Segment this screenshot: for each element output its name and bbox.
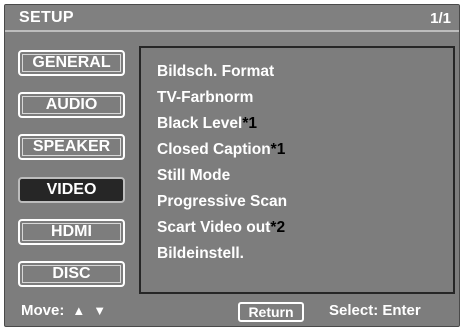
menu-item-black-level[interactable]: Black Level*1	[157, 115, 257, 133]
menu-item-tv-farbnorm[interactable]: TV-Farbnorm	[157, 89, 253, 107]
setup-screen: SETUP 1/1 GENERAL AUDIO SPEAKER VIDEO HD…	[4, 4, 460, 327]
footnote-marker: *1	[270, 141, 286, 158]
move-label: Move:	[21, 302, 65, 319]
tab-disc[interactable]: DISC	[18, 261, 125, 287]
tab-general[interactable]: GENERAL	[18, 50, 125, 76]
menu-item-progressive-scan[interactable]: Progressive Scan	[157, 193, 287, 211]
page-title: SETUP	[19, 9, 74, 26]
select-hint: Select: Enter	[329, 302, 421, 319]
tab-audio[interactable]: AUDIO	[18, 92, 125, 118]
menu-item-closed-caption[interactable]: Closed Caption*1	[157, 141, 285, 159]
page-indicator: 1/1	[430, 10, 451, 27]
return-button[interactable]: Return	[238, 302, 304, 322]
up-arrow-icon: ▲	[72, 303, 86, 318]
tab-hdmi[interactable]: HDMI	[18, 219, 125, 245]
title-bar: SETUP 1/1	[5, 5, 459, 32]
menu-item-bildsch-format[interactable]: Bildsch. Format	[157, 63, 274, 81]
tab-speaker[interactable]: SPEAKER	[18, 134, 125, 160]
menu-item-scart-video-out[interactable]: Scart Video out*2	[157, 219, 285, 237]
footnote-marker: *2	[270, 219, 286, 236]
footnote-marker: *1	[242, 115, 257, 132]
move-hint: Move: ▲ ▼	[21, 302, 106, 319]
menu-item-still-mode[interactable]: Still Mode	[157, 167, 230, 185]
video-menu-panel: Bildsch. Format TV-Farbnorm Black Level*…	[139, 46, 455, 294]
menu-item-bildeinstell[interactable]: Bildeinstell.	[157, 245, 244, 263]
tab-video[interactable]: VIDEO	[18, 177, 125, 203]
down-arrow-icon: ▼	[93, 303, 107, 318]
